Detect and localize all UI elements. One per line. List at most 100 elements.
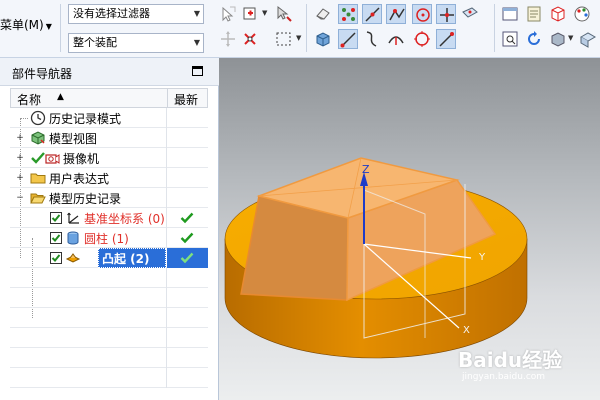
- column-divider: [166, 308, 167, 328]
- snap-intersection-icon[interactable]: [436, 4, 456, 24]
- tree-item-cylinder[interactable]: 圆柱 (1): [10, 228, 208, 248]
- datum-csys-icon: [65, 210, 81, 226]
- x-axis-label: X: [463, 325, 470, 336]
- solid-cube-icon[interactable]: [313, 29, 333, 49]
- snap-point-on-curve-icon[interactable]: [412, 29, 432, 49]
- snap-endpoints-icon[interactable]: [338, 4, 358, 24]
- column-divider: [166, 208, 167, 228]
- camera-icon: [44, 150, 60, 166]
- empty-row: [10, 328, 208, 348]
- tree-item-label: 模型视图: [49, 132, 98, 146]
- eraser-icon[interactable]: [313, 4, 333, 24]
- snap-midpoint-icon[interactable]: [386, 4, 406, 24]
- tree-item-label: 模型历史记录: [49, 192, 122, 206]
- y-axis-label: Y: [478, 252, 486, 263]
- navigator-title: 部件导航器: [12, 67, 73, 81]
- snap-center-icon[interactable]: [412, 4, 432, 24]
- move-icon[interactable]: [240, 29, 260, 49]
- rotate-view-icon[interactable]: [524, 29, 544, 49]
- folder-icon: [30, 170, 46, 186]
- menu-button[interactable]: 菜单(M) ▼: [0, 17, 52, 35]
- visibility-checkbox[interactable]: [50, 212, 62, 224]
- selection-filter-value: 没有选择过滤器: [73, 7, 150, 20]
- part-navigator: 部件导航器 名称 ▲ 最新 历史记录模式 + 模型视图 + 摄像机 + 用户表达…: [0, 58, 219, 400]
- expand-plus-icon[interactable]: +: [16, 134, 24, 143]
- chevron-down-icon[interactable]: ▼: [568, 34, 573, 42]
- chevron-down-icon[interactable]: ▼: [262, 9, 267, 17]
- up-to-date-check-icon: [180, 211, 194, 225]
- menu-label: 菜单(M): [0, 18, 44, 32]
- selection-filter-dropdown[interactable]: 没有选择过滤器 ▼: [68, 4, 204, 24]
- tree-item-label: 摄像机: [63, 152, 100, 166]
- up-to-date-check-icon: [180, 251, 194, 265]
- tree-item-label: 历史记录模式: [49, 112, 122, 126]
- tree-item-datum-csys[interactable]: 基准坐标系 (0): [10, 208, 208, 228]
- sort-ascending-icon: ▲: [57, 92, 64, 102]
- snap-tangent-icon[interactable]: [386, 29, 406, 49]
- column-divider[interactable]: [167, 89, 168, 107]
- column-divider: [166, 228, 167, 248]
- tree-item-model-views[interactable]: + 模型视图: [10, 128, 208, 148]
- empty-row: [10, 288, 208, 308]
- column-header: 名称 ▲ 最新: [10, 88, 208, 108]
- up-to-date-check-icon: [180, 231, 194, 245]
- color-palette-icon[interactable]: [572, 4, 592, 24]
- column-divider: [166, 268, 167, 288]
- pan-arrows-icon[interactable]: [218, 29, 238, 49]
- column-divider: [166, 288, 167, 308]
- chevron-down-icon[interactable]: ▼: [296, 34, 301, 42]
- tree-item-history-mode[interactable]: 历史记录模式: [10, 108, 208, 128]
- selection-scope-dropdown[interactable]: 整个装配 ▼: [68, 33, 204, 53]
- view-orientation-icon[interactable]: [578, 29, 598, 49]
- snap-face-icon[interactable]: [460, 4, 480, 24]
- snap-quadrant-icon[interactable]: [362, 29, 382, 49]
- column-divider: [166, 168, 167, 188]
- snap-existing-point-icon[interactable]: [436, 29, 456, 49]
- expand-plus-icon[interactable]: +: [16, 174, 24, 183]
- toolbar: 菜单(M) ▼ 没有选择过滤器 ▼ 整个装配 ▼ ▼ ▼ ▼: [0, 0, 600, 58]
- watermark-brand: Baidu经验: [458, 348, 563, 372]
- tree-item-user-expressions[interactable]: + 用户表达式: [10, 168, 208, 188]
- maximize-icon[interactable]: [192, 66, 203, 76]
- snap-curve-icon[interactable]: [338, 29, 358, 49]
- selection-arrow-icon[interactable]: [274, 4, 294, 24]
- shaded-view-icon[interactable]: [548, 29, 568, 49]
- column-divider: [166, 128, 167, 148]
- column-name-header[interactable]: 名称: [17, 91, 41, 108]
- tree-item-emboss[interactable]: 凸起 (2): [10, 248, 208, 268]
- tree-item-model-history[interactable]: − 模型历史记录: [10, 188, 208, 208]
- column-divider: [166, 328, 167, 348]
- tree-item-camera[interactable]: + 摄像机: [10, 148, 208, 168]
- box-select-icon[interactable]: [274, 29, 294, 49]
- column-divider: [166, 368, 167, 388]
- snap-point-icon[interactable]: [240, 4, 260, 24]
- empty-row: [10, 268, 208, 288]
- cylinder-icon: [65, 230, 81, 246]
- fit-view-icon[interactable]: [500, 29, 520, 49]
- expand-plus-icon[interactable]: +: [16, 154, 24, 163]
- tree-item-label: 基准坐标系 (0): [84, 212, 165, 226]
- z-axis-label: Z: [362, 163, 370, 176]
- view-window-icon[interactable]: [500, 4, 520, 24]
- toolbar-divider: [60, 4, 61, 52]
- column-latest-header[interactable]: 最新: [174, 91, 198, 108]
- display-edges-icon[interactable]: [548, 4, 568, 24]
- emboss-icon: [65, 250, 81, 266]
- column-divider: [166, 108, 167, 128]
- empty-row: [10, 348, 208, 368]
- layer-settings-icon[interactable]: [524, 4, 544, 24]
- model-views-icon: [30, 130, 46, 146]
- tree-connector: [20, 118, 28, 119]
- chevron-down-icon: ▼: [193, 38, 200, 47]
- selection-scope-value: 整个装配: [73, 36, 117, 49]
- tree-item-label: 用户表达式: [49, 172, 110, 186]
- empty-row: [10, 308, 208, 328]
- chevron-down-icon: ▼: [45, 22, 52, 31]
- snap-line-icon[interactable]: [362, 4, 382, 24]
- collapse-minus-icon[interactable]: −: [16, 194, 24, 203]
- visibility-checkbox[interactable]: [50, 232, 62, 244]
- select-feature-icon[interactable]: [218, 4, 238, 24]
- visibility-checkbox[interactable]: [50, 252, 62, 264]
- baidu-watermark: Baidu经验 jingyan.baidu.com: [458, 344, 563, 382]
- column-divider: [166, 148, 167, 168]
